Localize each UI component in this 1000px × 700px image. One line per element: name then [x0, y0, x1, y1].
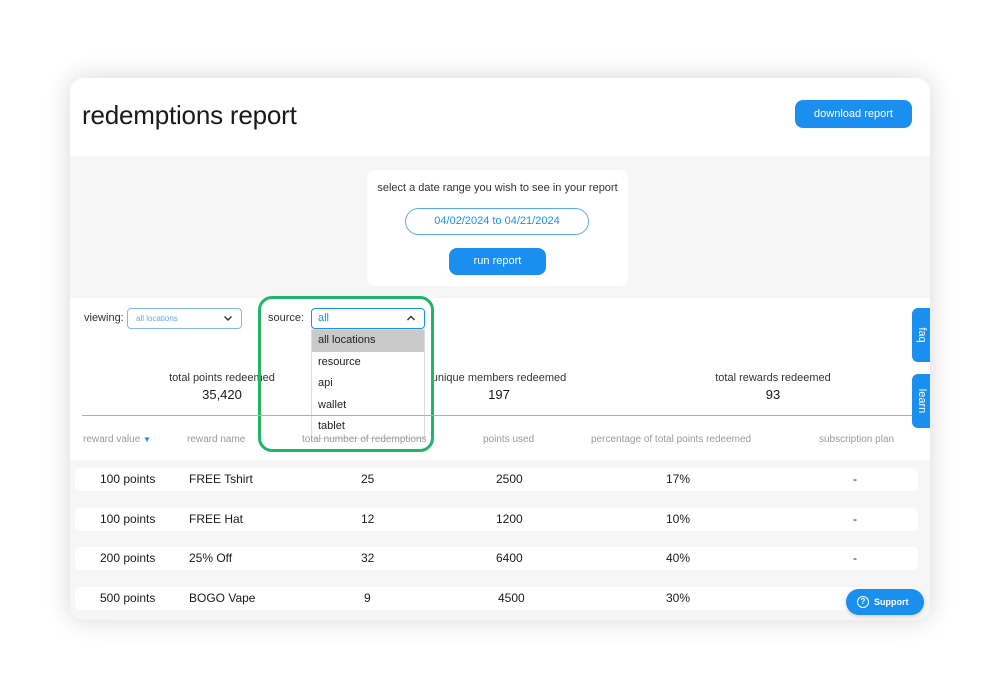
column-header-label: reward value — [83, 434, 141, 445]
source-dropdown-menu: all locations resource api wallet tablet — [311, 329, 425, 439]
source-option-api[interactable]: api — [312, 373, 424, 395]
cell-redemptions: 32 — [361, 551, 375, 565]
table-header: reward value ▼ reward name total number … — [70, 434, 930, 454]
side-tab-learn[interactable]: learn — [912, 374, 930, 428]
stat-unique-members: unique members redeemed 197 — [399, 372, 599, 402]
side-tab-faq[interactable]: faq — [912, 308, 930, 362]
cell-reward-name: FREE Tshirt — [189, 472, 253, 486]
side-tab-label: learn — [916, 388, 928, 414]
stat-value: 35,420 — [202, 387, 242, 402]
source-select-value: all — [318, 312, 330, 324]
table-row[interactable]: 200 points 25% Off 32 6400 40% - — [75, 547, 918, 570]
cell-points-used: 2500 — [496, 472, 523, 486]
chevron-down-icon — [224, 316, 232, 321]
cell-reward-value: 100 points — [100, 512, 156, 526]
column-header-reward-name[interactable]: reward name — [187, 434, 245, 445]
table-row[interactable]: 100 points FREE Hat 12 1200 10% - — [75, 508, 918, 531]
cell-reward-value: 200 points — [100, 551, 156, 565]
cell-reward-name: BOGO Vape — [189, 591, 256, 605]
cell-redemptions: 25 — [361, 472, 375, 486]
stat-value: 93 — [765, 387, 781, 402]
page-title: redemptions report — [82, 100, 297, 130]
cell-reward-name: FREE Hat — [189, 512, 244, 526]
viewing-select[interactable]: all locations — [127, 308, 242, 329]
cell-percentage: 17% — [666, 472, 691, 486]
column-header-redemptions[interactable]: total number of redemptions — [302, 434, 427, 445]
help-circle-icon: ? — [857, 596, 869, 608]
cell-reward-value: 500 points — [100, 591, 156, 605]
stat-total-rewards: total rewards redeemed 93 — [673, 372, 873, 402]
cell-reward-name: 25% Off — [189, 551, 233, 565]
table-row[interactable]: 100 points FREE Tshirt 25 2500 17% - — [75, 468, 918, 491]
report-card: redemptions report download report selec… — [70, 78, 930, 620]
side-tab-label: faq — [916, 327, 928, 343]
date-range-prompt: select a date range you wish to see in y… — [377, 182, 618, 194]
stats-divider — [82, 415, 912, 416]
cell-redemptions: 9 — [364, 591, 371, 605]
source-option-wallet[interactable]: wallet — [312, 395, 424, 417]
run-report-button[interactable]: run report — [449, 248, 546, 275]
column-header-percentage[interactable]: percentage of total points redeemed — [591, 434, 751, 445]
date-range-input[interactable]: 04/02/2024 to 04/21/2024 — [405, 208, 589, 235]
cell-subscription-plan: - — [853, 472, 857, 486]
stat-label: total rewards redeemed — [715, 372, 831, 384]
column-header-reward-value[interactable]: reward value ▼ — [83, 434, 151, 445]
column-header-subscription-plan[interactable]: subscription plan — [819, 434, 894, 445]
cell-subscription-plan: - — [853, 551, 857, 565]
support-button[interactable]: ? Support — [846, 589, 924, 615]
source-option-resource[interactable]: resource — [312, 352, 424, 374]
cell-reward-value: 100 points — [100, 472, 156, 486]
stat-total-points: total points redeemed 35,420 — [122, 372, 322, 402]
cell-redemptions: 12 — [361, 512, 375, 526]
cell-percentage: 40% — [666, 551, 691, 565]
report-header: redemptions report download report — [70, 78, 930, 156]
cell-subscription-plan: - — [853, 512, 857, 526]
stat-label: total points redeemed — [169, 372, 275, 384]
table-row[interactable]: 500 points BOGO Vape 9 4500 30% — [75, 587, 918, 610]
stat-label: unique members redeemed — [431, 372, 567, 384]
stat-value: 197 — [488, 387, 510, 402]
date-range-panel: select a date range you wish to see in y… — [367, 170, 628, 286]
source-option-all-locations[interactable]: all locations — [312, 330, 424, 352]
cell-points-used: 4500 — [498, 591, 525, 605]
cell-points-used: 1200 — [496, 512, 523, 526]
download-report-button[interactable]: download report — [795, 100, 912, 128]
source-label: source: — [268, 312, 305, 324]
viewing-select-value: all locations — [136, 314, 178, 323]
cell-points-used: 6400 — [496, 551, 523, 565]
viewing-label: viewing: — [84, 312, 124, 324]
cell-percentage: 10% — [666, 512, 691, 526]
chevron-up-icon — [407, 315, 415, 321]
source-select[interactable]: all — [311, 308, 425, 329]
cell-percentage: 30% — [666, 591, 691, 605]
column-header-points-used[interactable]: points used — [483, 434, 534, 445]
support-label: Support — [874, 597, 909, 607]
sort-desc-icon: ▼ — [143, 435, 151, 444]
